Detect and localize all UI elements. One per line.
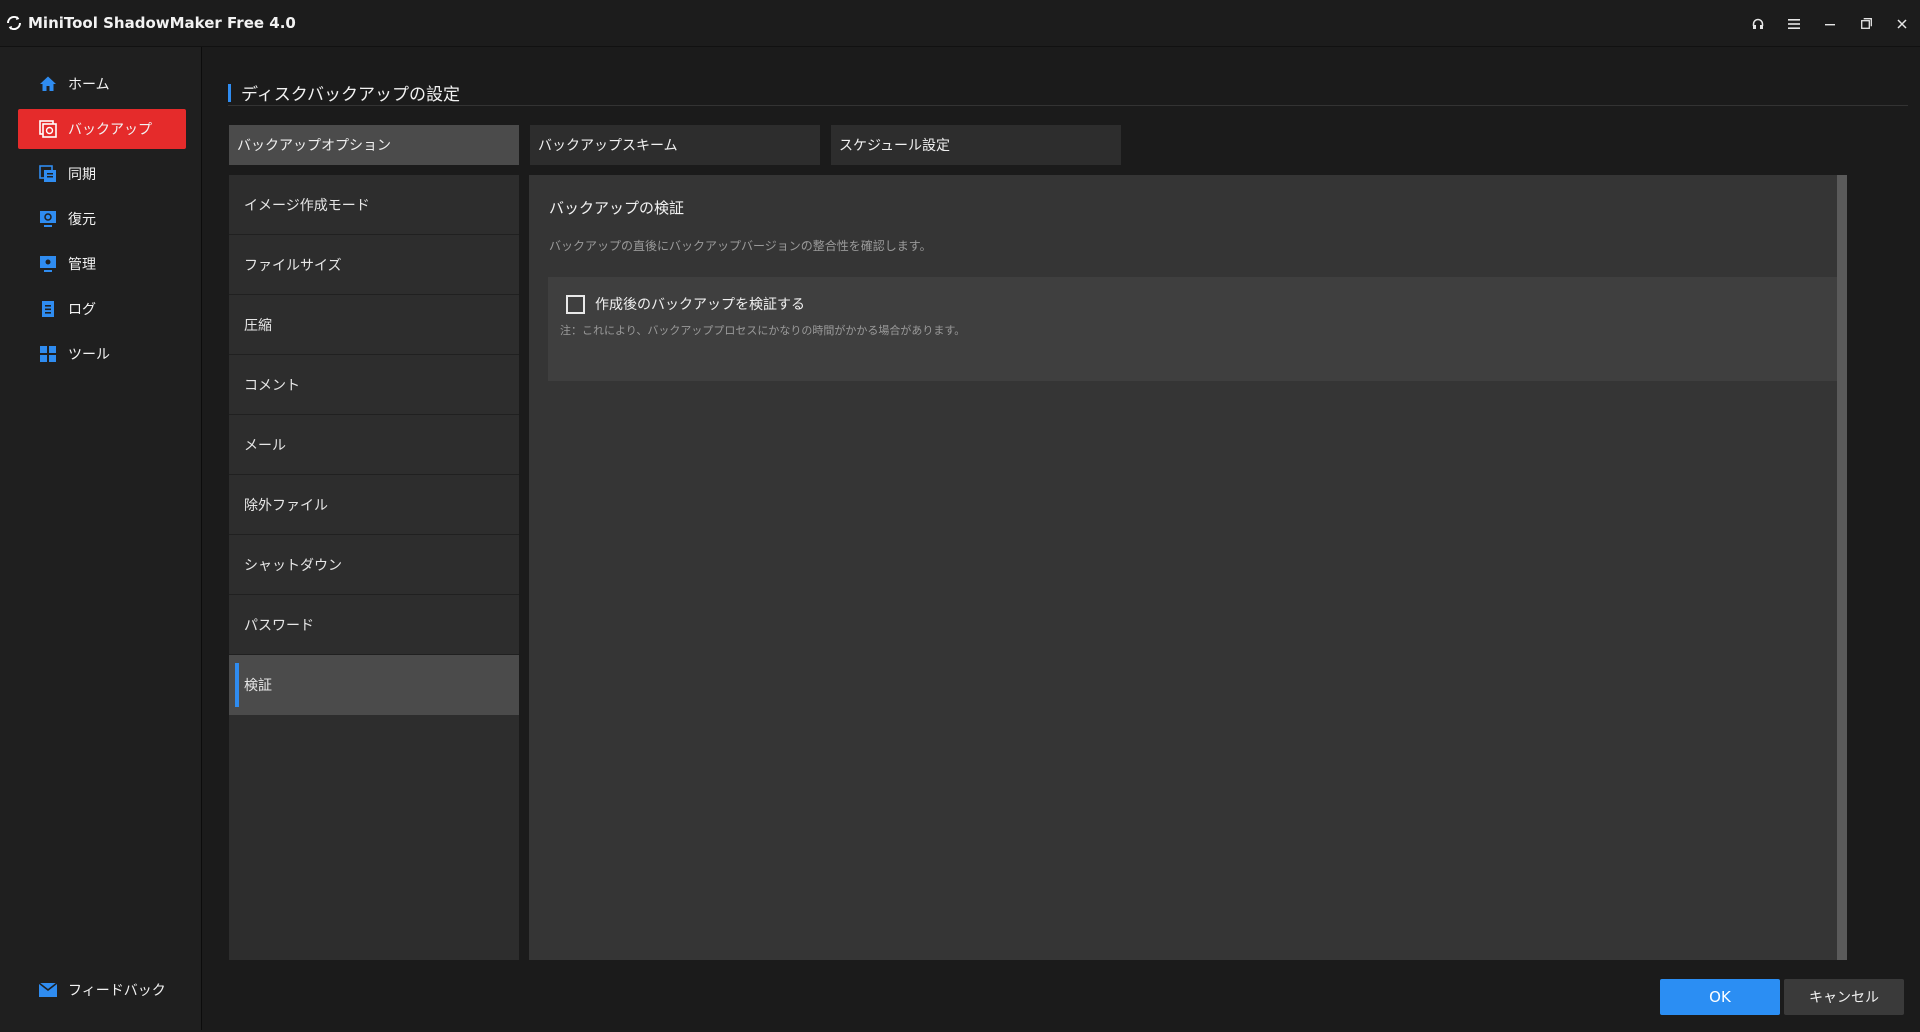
hamburger-menu-icon — [1788, 18, 1800, 29]
sidebar-item-backup[interactable]: バックアップ — [18, 109, 186, 149]
option-detail-panel: バックアップの検証 バックアップの直後にバックアップバージョンの整合性を確認しま… — [529, 175, 1837, 960]
tab-schedule-settings[interactable]: スケジュール設定 — [831, 125, 1121, 165]
sync-icon — [38, 164, 58, 184]
ok-button[interactable]: OK — [1660, 979, 1780, 1015]
sidebar-item-home[interactable]: ホーム — [18, 64, 186, 104]
sidebar-item-feedback[interactable]: フィードバック — [18, 970, 186, 1010]
sidebar-item-manage[interactable]: 管理 — [18, 244, 186, 284]
verify-after-creation-checkbox[interactable] — [566, 294, 585, 314]
panel-scrollbar[interactable] — [1837, 175, 1847, 960]
panel-heading: バックアップの検証 — [549, 199, 685, 217]
headset-icon — [1752, 18, 1764, 29]
title-divider — [228, 105, 1908, 106]
sidebar-item-label: ツール — [68, 347, 110, 363]
sidebar-item-label: 管理 — [68, 257, 96, 273]
sidebar-item-tools[interactable]: ツール — [18, 334, 186, 374]
restore-icon — [38, 209, 58, 229]
minimize-icon — [1825, 23, 1835, 25]
title-bar: MiniTool ShadowMaker Free 4.0 — [0, 0, 1920, 47]
sidebar: ホーム バックアップ 同期 復元 管理 ログ ツール フィードバック — [0, 47, 202, 1030]
option-shutdown[interactable]: シャットダウン — [229, 535, 519, 595]
option-password[interactable]: パスワード — [229, 595, 519, 655]
options-list: イメージ作成モード ファイルサイズ 圧縮 コメント メール 除外ファイル シャッ… — [229, 175, 519, 960]
log-icon — [38, 299, 58, 319]
tab-backup-options[interactable]: バックアップオプション — [229, 125, 519, 165]
tab-bar: バックアップオプション バックアップスキーム スケジュール設定 — [229, 125, 1132, 165]
title-accent-bar — [228, 83, 231, 102]
manage-icon — [38, 254, 58, 274]
page-title-text: ディスクバックアップの設定 — [241, 85, 460, 105]
restore-window-icon — [1860, 18, 1872, 29]
close-icon — [1897, 18, 1907, 29]
panel-description: バックアップの直後にバックアップバージョンの整合性を確認します。 — [549, 239, 932, 253]
close-button[interactable] — [1884, 0, 1920, 47]
mail-icon — [38, 980, 58, 1000]
sidebar-item-label: ログ — [68, 302, 96, 318]
option-file-size[interactable]: ファイルサイズ — [229, 235, 519, 295]
main-area: ディスクバックアップの設定 バックアップオプション バックアップスキーム スケジ… — [206, 47, 1920, 1030]
verify-after-creation-row[interactable]: 作成後のバックアップを検証する — [566, 294, 805, 314]
option-verification[interactable]: 検証 — [229, 655, 519, 715]
verify-settings-box: 作成後のバックアップを検証する 注：これにより、バックアッププロセスにかなりの時… — [548, 277, 1837, 381]
app-logo-icon — [4, 13, 24, 33]
option-compression[interactable]: 圧縮 — [229, 295, 519, 355]
verify-note: 注：これにより、バックアッププロセスにかなりの時間がかかる場合があります。 — [560, 324, 966, 337]
menu-button[interactable] — [1776, 0, 1812, 47]
sidebar-item-label: ホーム — [68, 77, 110, 93]
option-image-creation-mode[interactable]: イメージ作成モード — [229, 175, 519, 235]
sidebar-item-label: バックアップ — [68, 122, 152, 138]
verify-after-creation-label: 作成後のバックアップを検証する — [595, 297, 805, 313]
support-button[interactable] — [1740, 0, 1776, 47]
sidebar-item-label: フィードバック — [68, 983, 166, 999]
sidebar-item-label: 同期 — [68, 167, 96, 183]
option-email[interactable]: メール — [229, 415, 519, 475]
minimize-button[interactable] — [1812, 0, 1848, 47]
tab-backup-scheme[interactable]: バックアップスキーム — [530, 125, 820, 165]
option-excluded-files[interactable]: 除外ファイル — [229, 475, 519, 535]
backup-icon — [38, 119, 58, 139]
page-title: ディスクバックアップの設定 — [228, 80, 460, 105]
app-title: MiniTool ShadowMaker Free 4.0 — [28, 14, 296, 32]
option-comment[interactable]: コメント — [229, 355, 519, 415]
sidebar-item-label: 復元 — [68, 212, 96, 228]
sidebar-item-log[interactable]: ログ — [18, 289, 186, 329]
home-icon — [38, 74, 58, 94]
cancel-button[interactable]: キャンセル — [1784, 979, 1904, 1015]
tools-icon — [38, 344, 58, 364]
sidebar-item-sync[interactable]: 同期 — [18, 154, 186, 194]
sidebar-item-restore[interactable]: 復元 — [18, 199, 186, 239]
restore-button[interactable] — [1848, 0, 1884, 47]
